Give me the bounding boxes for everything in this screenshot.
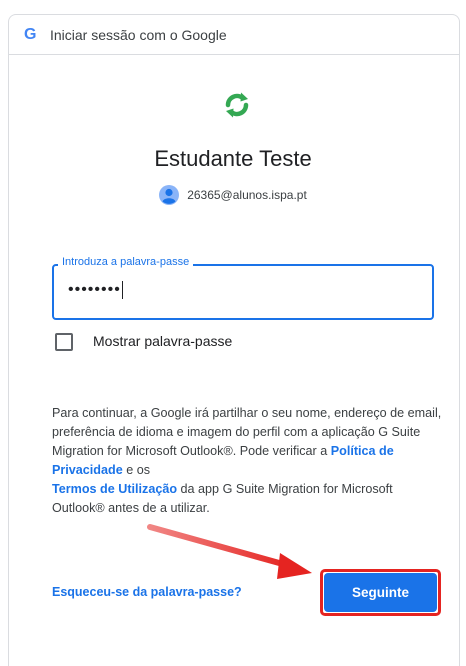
google-logo-letter: G [24, 25, 37, 43]
password-value: •••••••• [68, 281, 121, 299]
password-field-label: Introduza a palavra-passe [58, 256, 194, 268]
google-logo-icon: G [24, 26, 42, 44]
consent-text-part2: e os [122, 463, 151, 477]
terms-of-use-link[interactable]: Termos de Utilização [52, 482, 177, 496]
app-name: Estudante Teste [154, 146, 312, 171]
consent-text: Para continuar, a Google irá partilhar o… [52, 404, 447, 518]
next-button[interactable]: Seguinte [324, 573, 437, 612]
forgot-password-link[interactable]: Esqueceu-se da palavra-passe? [52, 585, 242, 599]
text-caret [121, 281, 123, 299]
sync-arrows-icon [225, 92, 249, 118]
show-password-checkbox[interactable] [55, 333, 73, 351]
account-chip[interactable]: 26365@alunos.ispa.pt [0, 185, 466, 205]
header-bar: G Iniciar sessão com o Google [9, 15, 459, 55]
header-title: Iniciar sessão com o Google [50, 26, 227, 43]
password-input[interactable]: •••••••• [68, 281, 123, 299]
account-email: 26365@alunos.ispa.pt [187, 188, 307, 202]
show-password-label[interactable]: Mostrar palavra-passe [93, 333, 232, 349]
avatar-icon [159, 185, 180, 205]
